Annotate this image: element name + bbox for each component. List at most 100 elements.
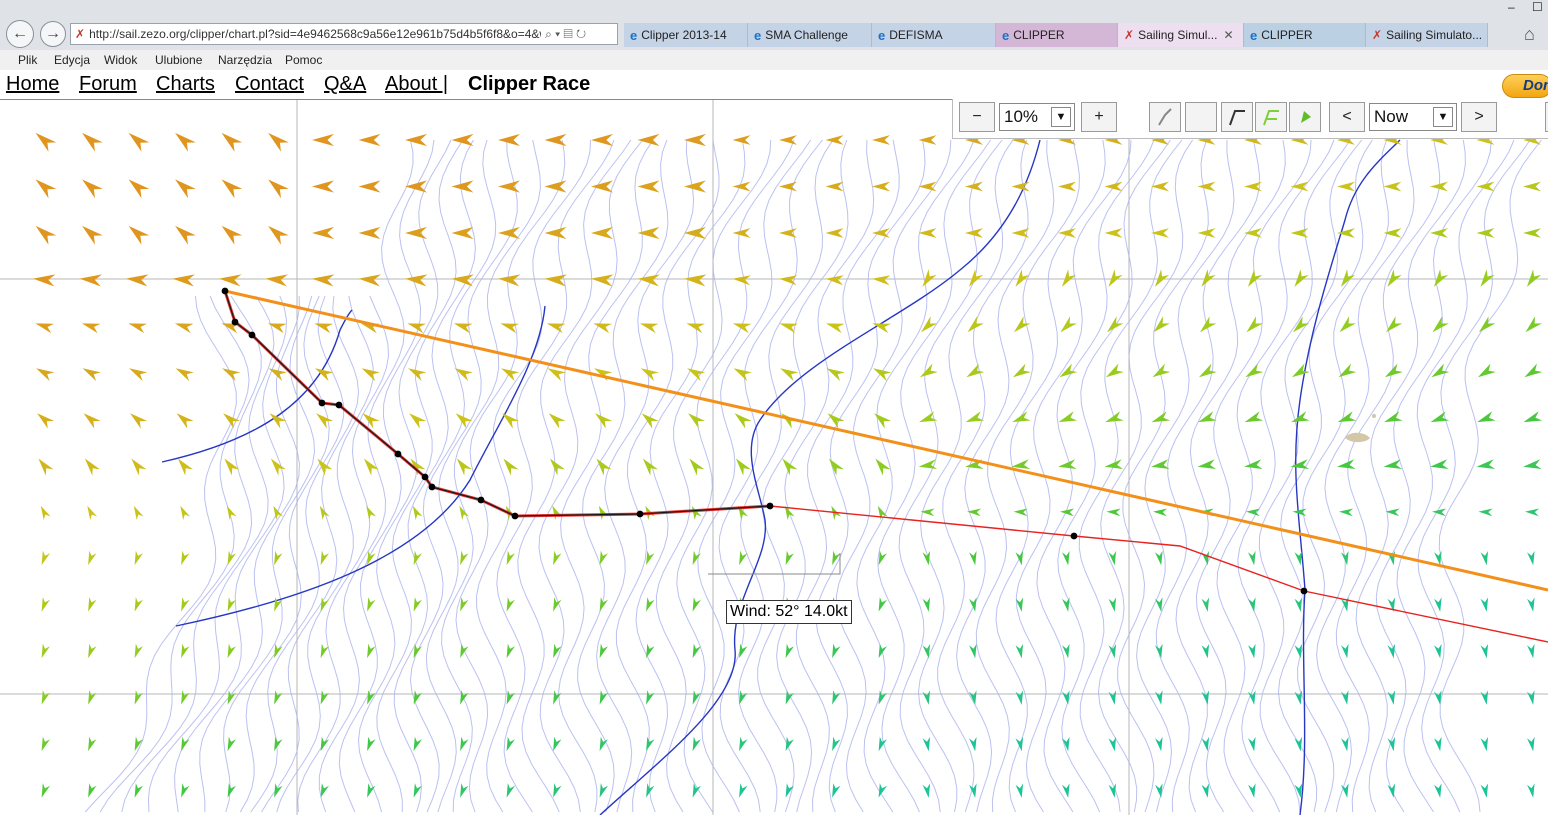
wind-arrow-icon xyxy=(506,643,515,659)
nav-about[interactable]: About | xyxy=(385,73,448,96)
tab-label: Sailing Simul... xyxy=(1138,28,1218,42)
wind-arrow-icon xyxy=(41,550,50,566)
compat-icon[interactable]: ▤ xyxy=(564,27,573,41)
maximize-icon[interactable]: ☐ xyxy=(1532,0,1543,14)
wind-arrow-icon xyxy=(691,505,702,520)
wind-arrow-icon xyxy=(595,413,613,429)
menu-item[interactable]: Widok xyxy=(104,53,137,67)
wind-arrow-icon xyxy=(544,133,567,147)
wind-arrow-icon xyxy=(274,550,283,566)
menu-item[interactable]: Pomoc xyxy=(285,53,322,67)
wind-chart-map[interactable] xyxy=(0,100,1548,815)
search-icon[interactable]: ⌕ xyxy=(545,27,552,41)
time-prev-button[interactable]: < xyxy=(1329,102,1365,132)
nav-contact[interactable]: Contact xyxy=(235,73,304,96)
isobar-line xyxy=(496,139,615,813)
wind-arrow-icon xyxy=(1525,508,1540,517)
wind-arrow-icon xyxy=(88,550,97,566)
nav-home[interactable]: Home xyxy=(6,73,59,96)
waypoint-dot xyxy=(318,399,326,407)
wind-arrow-icon xyxy=(128,132,150,152)
wind-arrow-icon xyxy=(315,368,334,382)
menu-item[interactable]: Narzędzia xyxy=(218,53,272,67)
menu-item[interactable]: Plik xyxy=(18,53,37,67)
wind-arrow-icon xyxy=(1339,316,1356,333)
wind-arrow-icon xyxy=(1291,363,1310,378)
browser-tab[interactable]: e Clipper 2013-14 xyxy=(624,23,748,47)
time-select[interactable]: Now ▼ xyxy=(1369,103,1457,131)
wind-arrow-icon xyxy=(175,368,194,382)
track-tool-button[interactable] xyxy=(1221,102,1253,132)
wind-arrow-icon xyxy=(1479,316,1496,333)
address-url[interactable]: http://sail.zezo.org/clipper/chart.pl?si… xyxy=(89,27,541,41)
isochrone-tool-button[interactable] xyxy=(1255,102,1287,132)
browser-tab[interactable]: e SMA Challenge xyxy=(748,23,872,47)
donate-button[interactable]: Don xyxy=(1502,74,1548,98)
wind-arrow-icon xyxy=(922,736,931,752)
forward-button[interactable]: → xyxy=(40,21,66,47)
wind-arrow-icon xyxy=(639,323,659,334)
wind-arrow-icon xyxy=(739,736,748,752)
address-tools[interactable]: ⌕ ▾ ▤ ↻ xyxy=(545,27,586,42)
nav-charts[interactable]: Charts xyxy=(156,73,215,96)
browser-tab[interactable]: e CLIPPER xyxy=(1244,23,1366,47)
home-icon[interactable]: ⌂ xyxy=(1524,24,1535,45)
zoom-in-button[interactable]: + xyxy=(1081,102,1117,132)
wind-arrow-icon xyxy=(506,690,515,705)
menu-item[interactable]: Ulubione xyxy=(155,53,202,67)
islet-shape xyxy=(1345,432,1370,443)
browser-tab[interactable]: ✗ Sailing Simul... ✕ xyxy=(1118,23,1244,47)
islet-dot xyxy=(1372,414,1376,418)
wind-arrow-icon xyxy=(1151,411,1171,423)
wind-arrow-icon xyxy=(126,274,149,287)
wind-arrow-icon xyxy=(180,505,191,520)
wind-arrow-icon xyxy=(646,736,655,752)
wind-arrow-icon xyxy=(779,275,798,286)
wind-arrow-icon xyxy=(1434,783,1442,798)
wind-tool-button[interactable] xyxy=(1289,102,1321,132)
wind-arrow-icon xyxy=(832,643,841,659)
wind-arrow-icon xyxy=(646,643,655,659)
wind-arrow-icon xyxy=(312,133,334,147)
waypoint-dot xyxy=(394,450,402,458)
back-button[interactable]: ← xyxy=(6,20,34,48)
wind-arrow-icon xyxy=(227,597,236,612)
wind-arrow-icon xyxy=(918,135,937,145)
browser-tab[interactable]: e DEFISMA xyxy=(872,23,996,47)
close-tab-icon[interactable]: ✕ xyxy=(1223,28,1233,42)
wind-arrow-icon xyxy=(366,505,377,520)
isobar-line xyxy=(84,295,237,813)
time-select-value: Now xyxy=(1374,107,1409,126)
zoom-select[interactable]: 10% ▼ xyxy=(999,103,1075,131)
zoom-out-button[interactable]: − xyxy=(959,102,995,132)
wind-arrow-icon xyxy=(1478,508,1493,517)
nav-qa[interactable]: Q&A xyxy=(324,73,366,96)
route-tool-button[interactable] xyxy=(1149,102,1181,132)
wind-arrow-icon xyxy=(779,181,797,192)
address-bar[interactable]: ✗ http://sail.zezo.org/clipper/chart.pl?… xyxy=(70,23,618,45)
wind-arrow-icon xyxy=(1058,459,1077,469)
nav-forum[interactable]: Forum xyxy=(79,73,137,96)
wind-arrow-icon xyxy=(872,323,891,334)
wind-arrow-icon xyxy=(413,643,422,659)
isobar-line xyxy=(1375,139,1492,813)
wind-arrow-icon xyxy=(227,690,236,705)
time-next-button[interactable]: > xyxy=(1461,102,1497,132)
browser-tab[interactable]: e CLIPPER xyxy=(996,23,1118,47)
chevron-down-icon: ▼ xyxy=(1433,107,1453,127)
refresh-icon[interactable]: ↻ xyxy=(576,27,586,41)
isobar-line xyxy=(835,139,952,813)
waypoint-dot xyxy=(231,318,239,326)
wind-arrow-icon xyxy=(1062,690,1070,705)
minimize-icon[interactable]: – xyxy=(1508,0,1515,14)
wind-arrow-icon xyxy=(546,323,566,334)
blank-tool-button[interactable] xyxy=(1185,102,1217,132)
menu-item[interactable]: Edycja xyxy=(54,53,90,67)
wind-arrow-icon xyxy=(684,133,706,147)
isobar-line xyxy=(795,139,900,813)
wind-arrow-icon xyxy=(825,181,844,192)
wind-arrow-icon xyxy=(41,643,50,659)
isobar-line-bold xyxy=(161,309,353,463)
browser-tab[interactable]: ✗ Sailing Simulato... xyxy=(1366,23,1488,47)
tab-label: CLIPPER xyxy=(1013,28,1065,42)
